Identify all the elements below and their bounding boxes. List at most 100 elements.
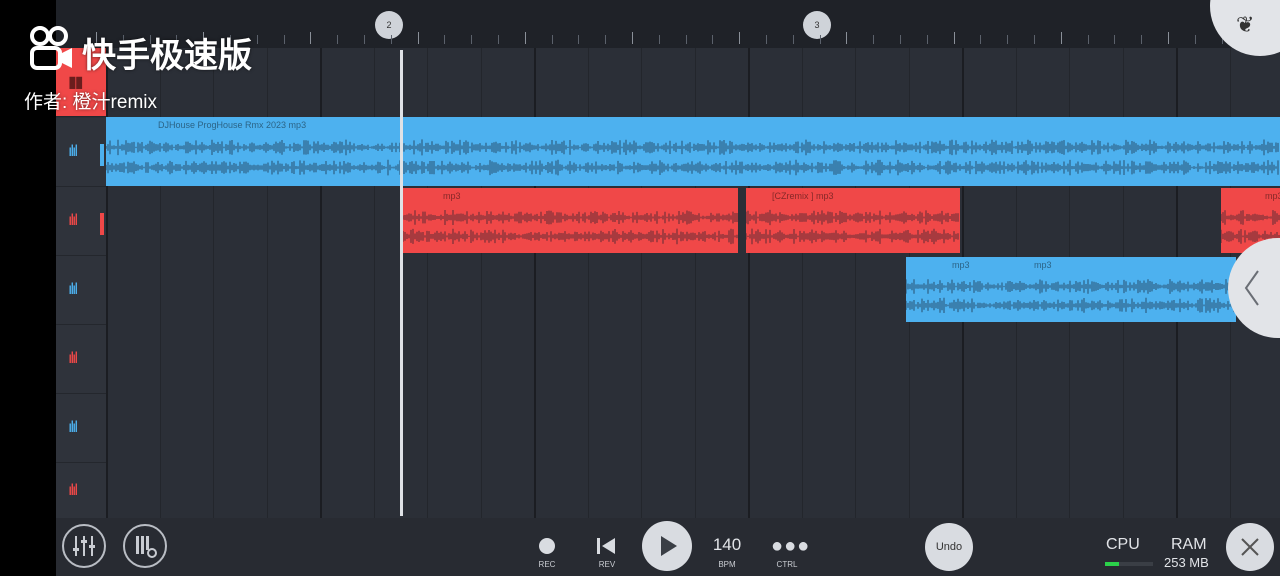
record-button[interactable] (539, 538, 555, 554)
ruler-tick (605, 35, 607, 44)
waveform-icon: ılıl (68, 281, 78, 298)
cpu-meter-fill (1105, 562, 1120, 566)
ruler-tick (498, 35, 499, 44)
ruler-tick (417, 32, 419, 44)
audio-clip[interactable]: [CZremix ] mp3 (746, 188, 960, 253)
waveform-path (106, 139, 1279, 176)
ruler-tick (1168, 32, 1169, 44)
track-header-1[interactable]: ılıl (56, 118, 106, 187)
track-level-meter (100, 213, 104, 235)
clip-name: mp3 (443, 191, 461, 201)
ram-value: 253 MB (1164, 555, 1209, 570)
audio-clip[interactable]: mp3 (401, 188, 738, 253)
ruler-tick (1007, 35, 1009, 44)
track-header-3[interactable]: ılıl (56, 256, 106, 325)
clip-name: [CZremix ] mp3 (772, 191, 834, 201)
ctrl-button[interactable]: ●●● (771, 535, 810, 558)
ruler-tick (578, 35, 580, 44)
cpu-meter (1105, 562, 1153, 566)
ruler-tick (1087, 35, 1089, 44)
ruler-tick (632, 32, 633, 44)
more-dots-icon: ●●● (771, 535, 811, 557)
rec-label: REC (538, 560, 556, 569)
track-header-5[interactable]: ılıl (56, 394, 106, 463)
ruler-tick (337, 35, 339, 44)
ruler-tick (846, 32, 848, 44)
ruler-tick (739, 32, 741, 44)
chevron-left-icon (1244, 270, 1259, 306)
ruler-tick (1114, 35, 1116, 44)
ruler-tick (364, 35, 365, 44)
waveform-path (401, 210, 738, 245)
bar-marker-2[interactable]: 2 (375, 11, 403, 39)
waveform-icon: ılıl (68, 419, 78, 436)
ruler-tick (712, 35, 714, 44)
watermark-app-name: 快手极速版 (82, 37, 252, 75)
audio-clip[interactable]: mp3 mp3 (906, 257, 1236, 322)
ruler-tick (792, 35, 794, 44)
ruler-tick (1194, 35, 1196, 44)
waveform (906, 279, 1235, 313)
track-header-4[interactable]: ılıl (56, 325, 106, 394)
keys-settings-icon (136, 536, 157, 558)
track-level-meter (100, 144, 104, 166)
ruler-tick (658, 35, 660, 44)
track-header-2[interactable]: ılıl (56, 187, 106, 256)
rev-label: REV (598, 560, 616, 569)
ruler-tick (900, 35, 901, 44)
ruler-tick (256, 35, 258, 44)
mixer-button[interactable] (62, 524, 106, 568)
daw-app: 2 3 ▮▮ ılıl ılıl ılıl ılıl ılıl ılıl DJH… (56, 0, 1280, 576)
ruler-tick (1034, 35, 1035, 44)
ruler-tick (1060, 32, 1062, 44)
waveform-path (746, 209, 959, 245)
playhead[interactable] (400, 50, 403, 516)
ctrl-label: CTRL (776, 560, 798, 569)
ruler-tick (685, 35, 687, 44)
cpu-label: CPU (1106, 536, 1140, 553)
close-icon (1241, 538, 1259, 556)
waveform (746, 209, 959, 245)
ruler-tick (1141, 35, 1143, 44)
fruit-logo-icon: ❦ (1236, 12, 1255, 37)
ruler-tick (953, 32, 955, 44)
bpm-value[interactable]: 140 (706, 535, 748, 555)
clip-name: mp3 (952, 260, 970, 270)
ruler-tick (310, 32, 312, 44)
clip-name: mp3 (1034, 260, 1052, 270)
clip-name: DJHouse ProgHouse Rmx 2023 mp3 (158, 120, 307, 130)
waveform (401, 210, 738, 245)
ruler-tick (926, 35, 928, 44)
clip-name: mp3 (1265, 191, 1280, 201)
waveform-path (906, 279, 1235, 313)
ruler-tick (980, 35, 982, 44)
play-icon (661, 536, 677, 556)
ruler-tick (819, 35, 821, 44)
ruler-tick (873, 35, 875, 44)
ruler-tick (390, 35, 392, 44)
audio-clip[interactable]: DJHouse ProgHouse Rmx 2023 mp3 (106, 117, 1280, 186)
ram-label: RAM (1171, 536, 1207, 553)
track-header-6[interactable]: ılıl (56, 463, 106, 519)
waveform-icon: ılıl (68, 212, 78, 229)
waveform-icon: ılıl (68, 481, 78, 499)
rewind-button[interactable] (595, 536, 619, 556)
ruler-tick (524, 32, 526, 44)
kuaishou-logo-icon (26, 22, 78, 74)
undo-button[interactable]: Undo (925, 523, 973, 571)
waveform-icon: ılıl (68, 350, 78, 367)
instrument-settings-button[interactable] (123, 524, 167, 568)
transport-bar: REC REV 140 BPM ●●● CTRL Undo CPU RAM 25… (56, 518, 1280, 576)
close-button[interactable] (1226, 523, 1274, 571)
waveform (106, 139, 1279, 176)
bar-marker-3[interactable]: 3 (803, 11, 831, 39)
bpm-label: BPM (718, 560, 736, 569)
ruler-tick (444, 35, 446, 44)
ruler-tick (283, 35, 285, 44)
ruler-tick (766, 35, 767, 44)
play-button[interactable] (642, 521, 692, 571)
watermark-author: 作者: 橙汁remix (24, 92, 158, 113)
waveform-icon: ılıl (68, 143, 78, 160)
mixer-sliders-icon (73, 536, 95, 556)
ruler-tick (471, 35, 473, 44)
